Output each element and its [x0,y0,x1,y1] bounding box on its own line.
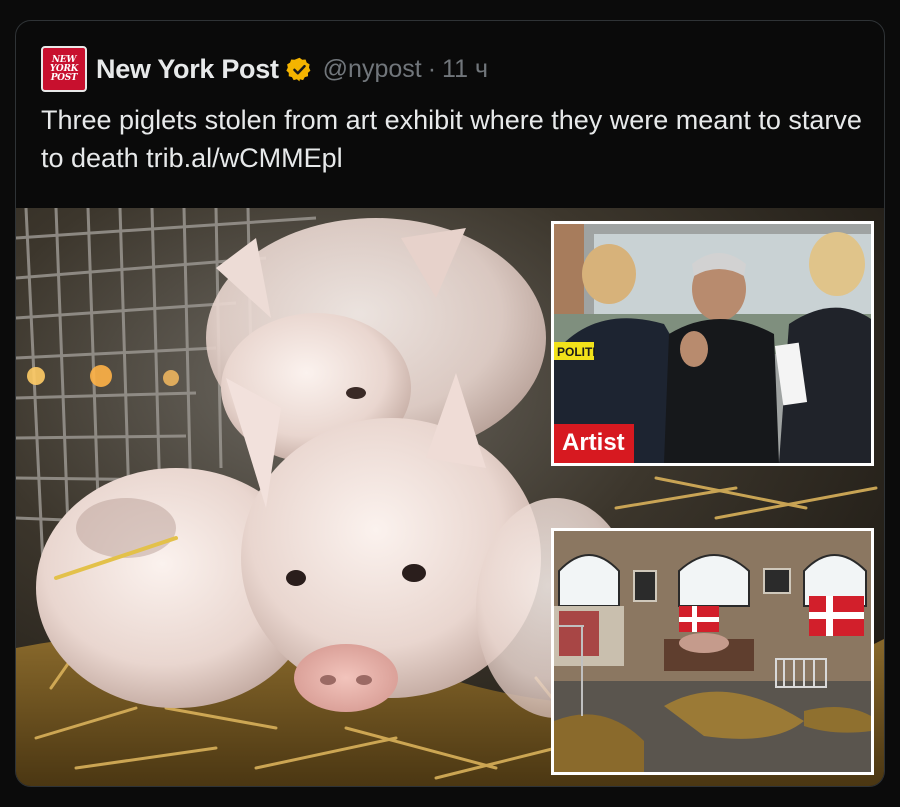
tweet-text: Three piglets stolen from art exhibit wh… [41,101,881,177]
verified-badge-icon [286,56,313,83]
exhibit-hall-image [554,531,871,772]
display-name[interactable]: New York Post [96,54,279,85]
separator: · [427,54,437,83]
media-photo[interactable]: POLITI Artist [16,208,884,786]
timestamp[interactable]: 11 ч [442,55,488,84]
tweet-card[interactable]: NEW YORK POST New York Post @nypost · 11… [15,20,885,787]
handle[interactable]: @nypost [323,55,422,84]
tweet-header: NEW YORK POST New York Post @nypost · 11… [41,45,488,93]
avatar-line-3: POST [50,72,78,83]
exhibit-inset-photo[interactable] [551,528,874,775]
artist-inset-photo[interactable]: POLITI Artist [551,221,874,466]
avatar[interactable]: NEW YORK POST [41,46,87,92]
tweet-link[interactable]: trib.al/wCMMEpl [146,143,343,173]
vest-text: POLITI [557,345,596,359]
artist-label: Artist [554,424,634,463]
